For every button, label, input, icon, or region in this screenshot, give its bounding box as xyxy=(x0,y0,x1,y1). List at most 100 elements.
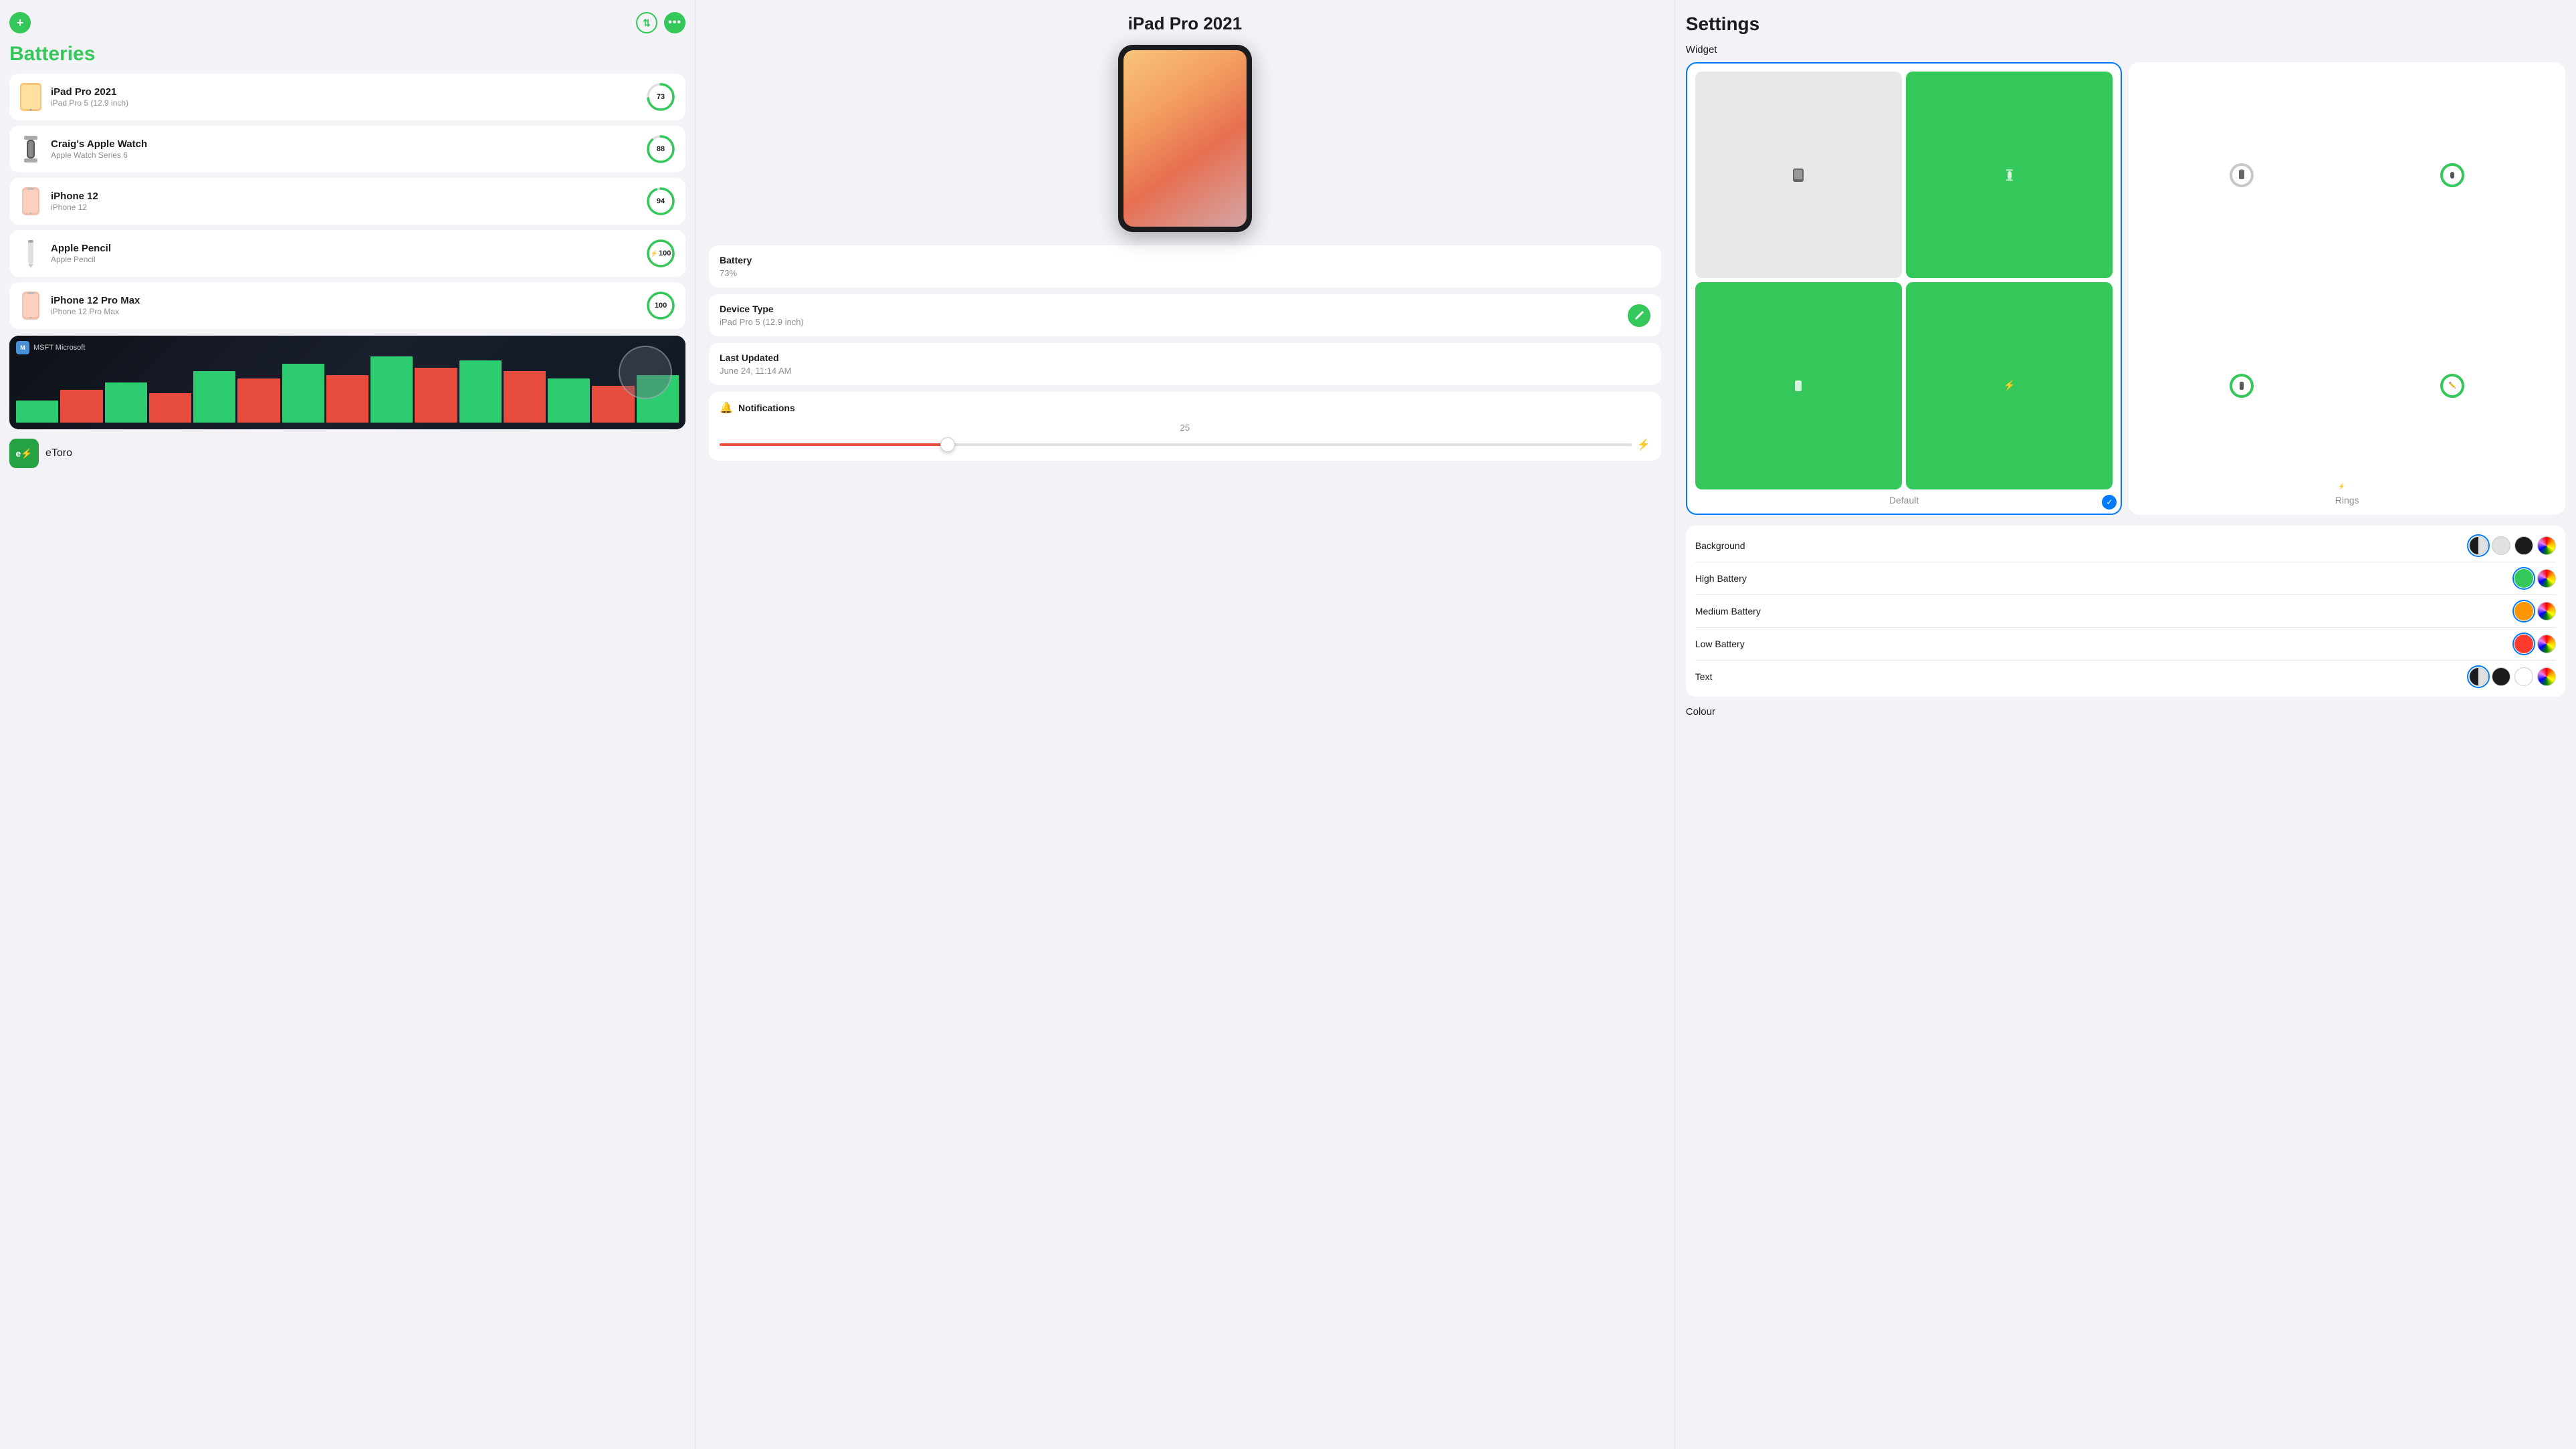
battery-percent: 94 xyxy=(657,197,665,205)
magnifier-circle xyxy=(619,346,672,399)
more-options-button[interactable]: ••• xyxy=(664,12,685,33)
swatch-red[interactable] xyxy=(2514,635,2533,653)
widget-cell-ipad xyxy=(1695,72,1902,278)
swatch-orange[interactable] xyxy=(2514,602,2533,621)
medium-battery-swatches xyxy=(2514,602,2556,621)
device-name: Apple Pencil xyxy=(51,243,637,254)
battery-value: 73% xyxy=(720,268,1650,278)
widget-cell-iphone xyxy=(1695,282,1902,489)
device-name: Craig's Apple Watch xyxy=(51,138,637,150)
last-updated-label: Last Updated xyxy=(720,352,1650,363)
left-panel: + ⇅ ••• Batteries iPad Pro 2021 iPad Pro… xyxy=(0,0,695,1449)
device-type-header: Device Type iPad Pro 5 (12.9 inch) xyxy=(720,304,1650,327)
device-name: iPhone 12 xyxy=(51,191,637,202)
ring-circle-green-iphone: ⚡ xyxy=(2230,374,2254,398)
notifications-card: 🔔 Notifications 25 ⚡ xyxy=(709,392,1661,461)
list-item[interactable]: Craig's Apple Watch Apple Watch Series 6… xyxy=(9,126,685,173)
device-info: Craig's Apple Watch Apple Watch Series 6 xyxy=(51,138,637,160)
rings-widget-label: Rings xyxy=(2335,495,2359,506)
widget-option-rings[interactable]: ⚡ ✏️ Rings xyxy=(2129,62,2565,515)
chart-simulation: M MSFT Microsoft xyxy=(9,336,685,429)
swatch-rainbow-text[interactable] xyxy=(2537,667,2556,686)
color-row-medium-battery: Medium Battery xyxy=(1695,595,2556,628)
battery-ring: 73 xyxy=(645,82,676,112)
batteries-title: Batteries xyxy=(9,43,685,66)
widget-option-default-wrapper: ⚡ Default ✓ xyxy=(1686,62,2123,515)
device-type-label: Device Type xyxy=(720,304,804,314)
color-settings-card: Background High Battery Medium Battery xyxy=(1686,526,2565,697)
high-battery-swatches xyxy=(2514,569,2556,588)
notifications-header: 🔔 Notifications xyxy=(720,401,1650,415)
device-icon-iphone-pro xyxy=(19,291,43,320)
widget-options: ⚡ Default ✓ xyxy=(1686,62,2565,515)
device-list: iPad Pro 2021 iPad Pro 5 (12.9 inch) 73 xyxy=(9,74,685,329)
rings-cell-1 xyxy=(2138,72,2345,278)
last-updated-value: June 24, 11:14 AM xyxy=(720,366,1650,376)
bottom-app-item[interactable]: e⚡ eToro xyxy=(9,435,685,472)
low-battery-label: Low Battery xyxy=(1695,639,1745,649)
header-icons: ⇅ ••• xyxy=(636,12,685,33)
widget-option-default[interactable]: ⚡ Default xyxy=(1686,62,2123,515)
list-item[interactable]: iPhone 12 Pro Max iPhone 12 Pro Max 100 xyxy=(9,282,685,329)
background-label: Background xyxy=(1695,540,1745,551)
swatch-rainbow-high[interactable] xyxy=(2537,569,2556,588)
device-type: iPhone 12 xyxy=(51,203,637,212)
text-swatches xyxy=(2469,667,2556,686)
swatch-green[interactable] xyxy=(2514,569,2533,588)
ipad-screen xyxy=(1123,50,1247,227)
swatch-rainbow-medium[interactable] xyxy=(2537,602,2556,621)
promo-banner[interactable]: M MSFT Microsoft xyxy=(9,336,685,429)
charging-icon: ⚡ xyxy=(1637,438,1650,451)
notifications-slider[interactable] xyxy=(720,443,1632,446)
device-name: iPad Pro 2021 xyxy=(51,86,637,98)
battery-ring: ⚡100 xyxy=(645,238,676,269)
slider-thumb[interactable] xyxy=(940,437,955,452)
swatch-rainbow-low[interactable] xyxy=(2537,635,2556,653)
settings-title: Settings xyxy=(1686,13,2565,35)
high-battery-label: High Battery xyxy=(1695,573,1747,584)
battery-card: Battery 73% xyxy=(709,245,1661,288)
swatch-half-dark-text[interactable] xyxy=(2469,667,2488,686)
sort-button[interactable]: ⇅ xyxy=(636,12,657,33)
add-device-button[interactable]: + xyxy=(9,12,31,33)
notifications-slider-container: ⚡ xyxy=(720,438,1650,451)
ipad-frame xyxy=(1118,45,1252,232)
device-icon-pencil xyxy=(19,239,43,268)
list-item[interactable]: iPad Pro 2021 iPad Pro 5 (12.9 inch) 73 xyxy=(9,74,685,120)
middle-panel: iPad Pro 2021 Battery 73% Device Type iP… xyxy=(695,0,1675,1449)
list-item[interactable]: Apple Pencil Apple Pencil ⚡100 xyxy=(9,230,685,277)
swatch-dark-text[interactable] xyxy=(2492,667,2510,686)
color-row-high-battery: High Battery xyxy=(1695,562,2556,595)
device-title: iPad Pro 2021 xyxy=(709,13,1661,34)
swatch-half-dark[interactable] xyxy=(2469,536,2488,555)
etoro-icon: e⚡ xyxy=(9,439,39,468)
swatch-dark[interactable] xyxy=(2514,536,2533,555)
widget-option-rings-wrapper: ⚡ ✏️ Rings xyxy=(2129,62,2565,515)
device-icon-iphone xyxy=(19,187,43,216)
edit-button[interactable] xyxy=(1628,304,1650,327)
swatch-light-gray[interactable] xyxy=(2492,536,2510,555)
battery-percent: ⚡100 xyxy=(651,249,671,257)
rings-cell-2 xyxy=(2349,72,2556,278)
last-updated-card: Last Updated June 24, 11:14 AM xyxy=(709,343,1661,385)
device-type: iPhone 12 Pro Max xyxy=(51,307,637,316)
list-item[interactable]: iPhone 12 iPhone 12 94 xyxy=(9,178,685,225)
widget-cell-pencil: ⚡ xyxy=(1906,282,2113,489)
ring-circle-green-pencil: ✏️ xyxy=(2440,374,2464,398)
device-type-info: Device Type iPad Pro 5 (12.9 inch) xyxy=(720,304,804,327)
info-cards: Battery 73% Device Type iPad Pro 5 (12.9… xyxy=(709,245,1661,461)
device-type-card: Device Type iPad Pro 5 (12.9 inch) xyxy=(709,294,1661,336)
low-battery-swatches xyxy=(2514,635,2556,653)
notifications-count: 25 xyxy=(720,423,1650,433)
medium-battery-label: Medium Battery xyxy=(1695,606,1761,617)
device-icon-watch xyxy=(19,134,43,164)
battery-label: Battery xyxy=(720,255,1650,265)
device-icon-ipad xyxy=(19,82,43,112)
device-info: iPhone 12 iPhone 12 xyxy=(51,191,637,212)
swatch-rainbow-bg[interactable] xyxy=(2537,536,2556,555)
colour-section-title: Colour xyxy=(1686,706,2565,717)
widget-cell-watch xyxy=(1906,72,2113,278)
color-row-low-battery: Low Battery xyxy=(1695,628,2556,661)
swatch-white-text[interactable] xyxy=(2514,667,2533,686)
device-info: iPhone 12 Pro Max iPhone 12 Pro Max xyxy=(51,295,637,316)
